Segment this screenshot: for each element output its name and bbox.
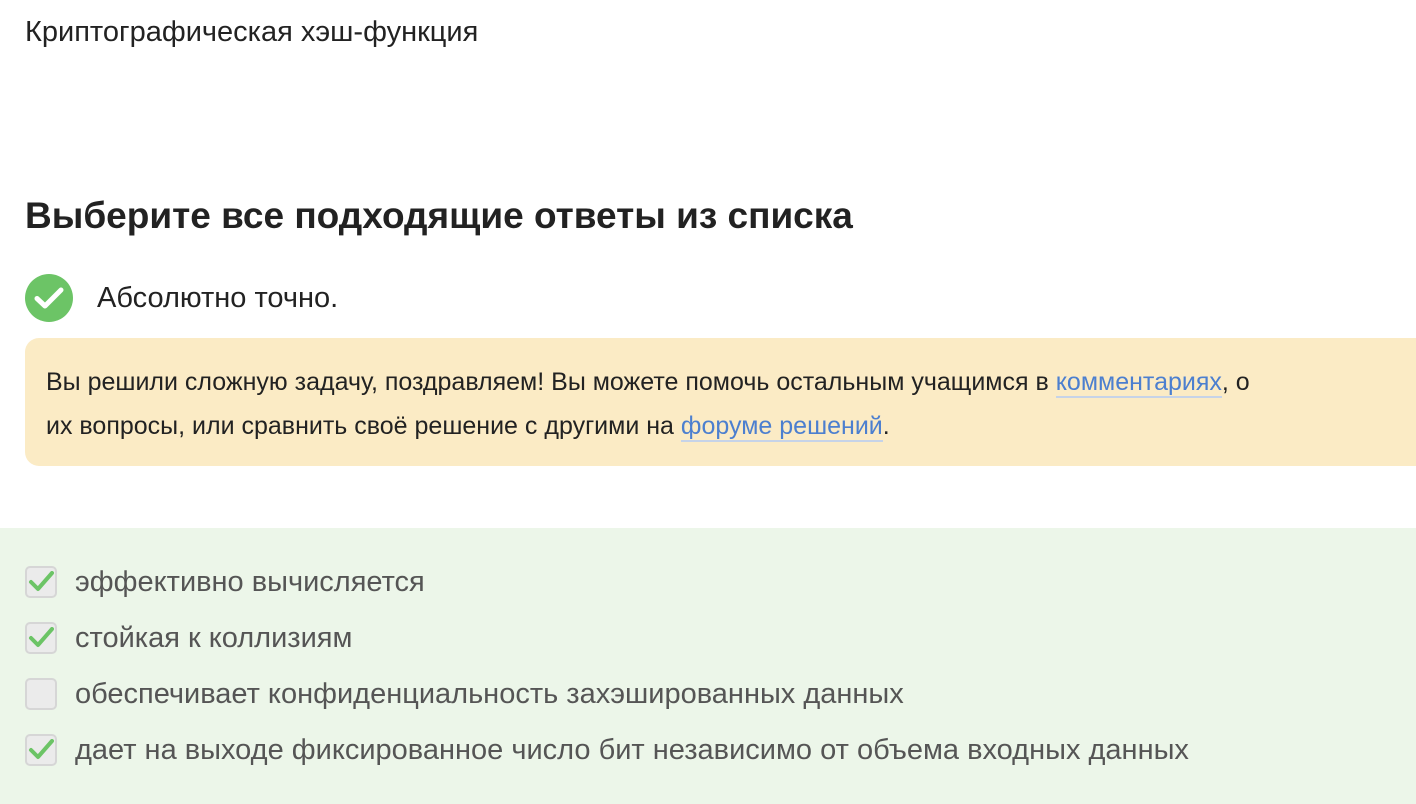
result-text: Абсолютно точно. xyxy=(97,282,339,314)
hint-text: . xyxy=(882,412,890,440)
check-circle-icon xyxy=(25,274,73,322)
comments-link[interactable]: комментариях xyxy=(1055,368,1222,398)
option-label: эффективно вычисляется xyxy=(75,566,425,598)
hint-text: , о xyxy=(1221,368,1250,396)
checkbox-checked[interactable] xyxy=(25,734,57,766)
checkbox-checked[interactable] xyxy=(25,566,57,598)
hint-text: Вы решили сложную задачу, поздравляем! В… xyxy=(46,368,1056,396)
result-status: Абсолютно точно. xyxy=(25,274,338,322)
hint-line-2: их вопросы, или сравнить своё решение с … xyxy=(46,404,1416,448)
checkbox-checked[interactable] xyxy=(25,622,57,654)
hint-line-1: Вы решили сложную задачу, поздравляем! В… xyxy=(46,360,1416,404)
checkbox-unchecked[interactable] xyxy=(25,678,57,710)
option-4[interactable]: дает на выходе фиксированное число бит н… xyxy=(25,732,1189,768)
checkmark-icon xyxy=(29,571,54,591)
checkmark-icon xyxy=(29,627,54,647)
hint-text: их вопросы, или сравнить своё решение с … xyxy=(46,412,681,440)
checkmark-icon xyxy=(29,739,54,759)
option-label: стойкая к коллизиям xyxy=(75,622,353,654)
option-1[interactable]: эффективно вычисляется xyxy=(25,564,425,600)
option-3[interactable]: обеспечивает конфиденциальность захэширо… xyxy=(25,676,904,712)
option-label: дает на выходе фиксированное число бит н… xyxy=(75,734,1189,766)
page: Криптографическая хэш-функция Выберите в… xyxy=(0,0,1416,804)
answer-options: эффективно вычисляется стойкая к коллизи… xyxy=(0,528,1416,804)
task-heading: Выберите все подходящие ответы из списка xyxy=(25,195,853,236)
option-label: обеспечивает конфиденциальность захэширо… xyxy=(75,678,904,710)
option-2[interactable]: стойкая к коллизиям xyxy=(25,620,352,656)
solutions-forum-link[interactable]: форуме решений xyxy=(680,412,883,442)
question-title: Криптографическая хэш-функция xyxy=(25,16,479,48)
congratulation-hint: Вы решили сложную задачу, поздравляем! В… xyxy=(25,338,1416,466)
